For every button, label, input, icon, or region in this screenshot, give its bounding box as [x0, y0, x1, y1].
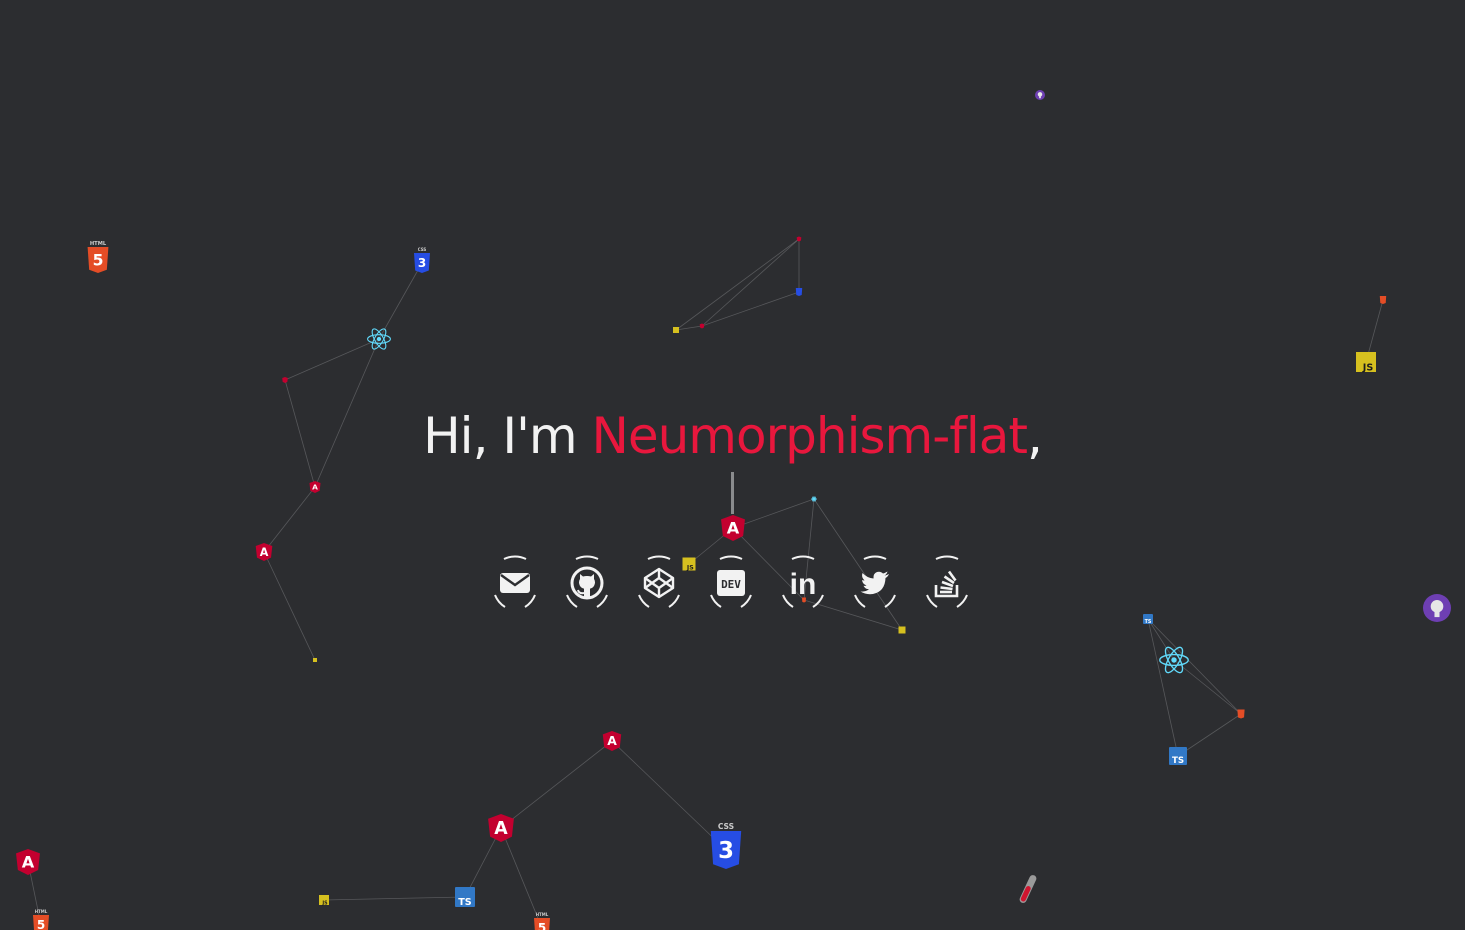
html5-icon: 5 HTML — [87, 241, 109, 273]
network-edge — [263, 486, 316, 553]
angular-icon — [699, 323, 705, 329]
svg-text:HTML: HTML — [536, 912, 549, 917]
svg-text:HTML: HTML — [35, 909, 48, 914]
svg-text:JS: JS — [1362, 363, 1374, 374]
svg-text:A: A — [494, 819, 508, 839]
network-edge — [263, 551, 316, 661]
typing-cursor — [731, 472, 734, 514]
css3-icon — [795, 288, 803, 296]
typescript-icon: TS — [1169, 747, 1187, 766]
github-icon — [1423, 594, 1451, 622]
svg-text:CSS: CSS — [418, 247, 427, 252]
html5-icon — [1237, 709, 1245, 719]
svg-text:5: 5 — [538, 921, 546, 930]
react-icon — [1159, 646, 1189, 674]
linkedin-icon: in — [790, 568, 817, 600]
css3-icon: 3 CSS — [414, 247, 430, 273]
github-icon — [1035, 90, 1045, 100]
network-edge — [701, 291, 800, 327]
html5-icon: 5 HTML — [534, 912, 550, 930]
svg-text:TS: TS — [1172, 756, 1184, 766]
twitter-button[interactable] — [847, 555, 903, 611]
javascript-icon — [898, 626, 906, 634]
css3-icon: 3 CSS — [710, 822, 742, 869]
hero-name: Neumorphism-flat — [591, 407, 1028, 465]
network-edge — [732, 498, 815, 529]
angular-icon: A — [721, 515, 745, 541]
network-edge — [284, 338, 380, 381]
svg-text:DEV: DEV — [721, 578, 741, 591]
svg-text:HTML: HTML — [90, 241, 107, 247]
social-links: DEV in — [487, 555, 975, 611]
typescript-icon: TS — [455, 887, 475, 908]
svg-text:A: A — [607, 733, 617, 748]
svg-text:A: A — [727, 518, 740, 537]
angular-icon: A — [309, 481, 321, 493]
network-edge — [675, 325, 703, 331]
network-edge — [1147, 618, 1242, 715]
email-button[interactable] — [487, 555, 543, 611]
test-tube-icon — [1019, 875, 1037, 903]
network-edge — [1177, 713, 1242, 757]
javascript-icon — [313, 658, 317, 662]
angular-icon — [282, 377, 288, 383]
twitter-icon — [860, 571, 889, 595]
network-edge — [1147, 618, 1179, 757]
network-edge — [378, 262, 423, 340]
network-edge — [1173, 659, 1242, 715]
html5-icon: 5 HTML — [33, 909, 49, 930]
network-edge — [701, 238, 800, 327]
svg-text:5: 5 — [93, 251, 104, 269]
github-icon — [570, 566, 604, 600]
network-edge — [323, 896, 466, 901]
svg-text:TS: TS — [1145, 619, 1152, 625]
hero-heading: Hi, I'm Neumorphism-flat, — [0, 404, 1465, 468]
javascript-icon: JS — [319, 895, 329, 906]
angular-icon: A — [488, 814, 514, 842]
svg-text:in: in — [790, 568, 817, 600]
svg-text:3: 3 — [418, 256, 426, 270]
network-edge — [611, 740, 727, 851]
hero-stage: 5 HTML 3 CSS A A JS A JS TS TS A A 3 CSS TS JS 5 HTML A 5 HTM… — [0, 0, 1465, 930]
typescript-icon: TS — [1143, 614, 1153, 625]
codepen-button[interactable] — [631, 555, 687, 611]
react-icon — [367, 328, 391, 350]
react-icon — [811, 496, 817, 502]
svg-text:3: 3 — [718, 838, 734, 864]
angular-icon: A — [16, 849, 40, 875]
javascript-icon: JS — [1356, 352, 1376, 374]
hero-suffix: , — [1027, 407, 1043, 465]
dev-icon: DEV — [717, 570, 745, 596]
envelope-icon — [500, 573, 530, 593]
github-button[interactable] — [559, 555, 615, 611]
codepen-icon — [643, 567, 675, 599]
svg-text:CSS: CSS — [718, 822, 734, 831]
network-edge — [1147, 618, 1175, 661]
hero-greeting: Hi, I'm — [423, 407, 592, 465]
angular-icon: A — [255, 543, 273, 561]
network-edge — [500, 740, 613, 829]
linkedin-button[interactable]: in — [775, 555, 831, 611]
angular-icon: A — [602, 731, 622, 751]
svg-text:A: A — [312, 483, 318, 492]
svg-text:JS: JS — [321, 900, 328, 906]
javascript-icon — [673, 327, 679, 333]
svg-text:TS: TS — [458, 897, 472, 908]
svg-text:A: A — [22, 852, 35, 871]
dev-button[interactable]: DEV — [703, 555, 759, 611]
stackoverflow-icon — [934, 570, 959, 598]
network-edge — [675, 238, 800, 331]
svg-text:5: 5 — [37, 918, 45, 930]
svg-text:A: A — [260, 546, 269, 559]
html5-icon — [1379, 296, 1387, 304]
stackoverflow-button[interactable] — [919, 555, 975, 611]
